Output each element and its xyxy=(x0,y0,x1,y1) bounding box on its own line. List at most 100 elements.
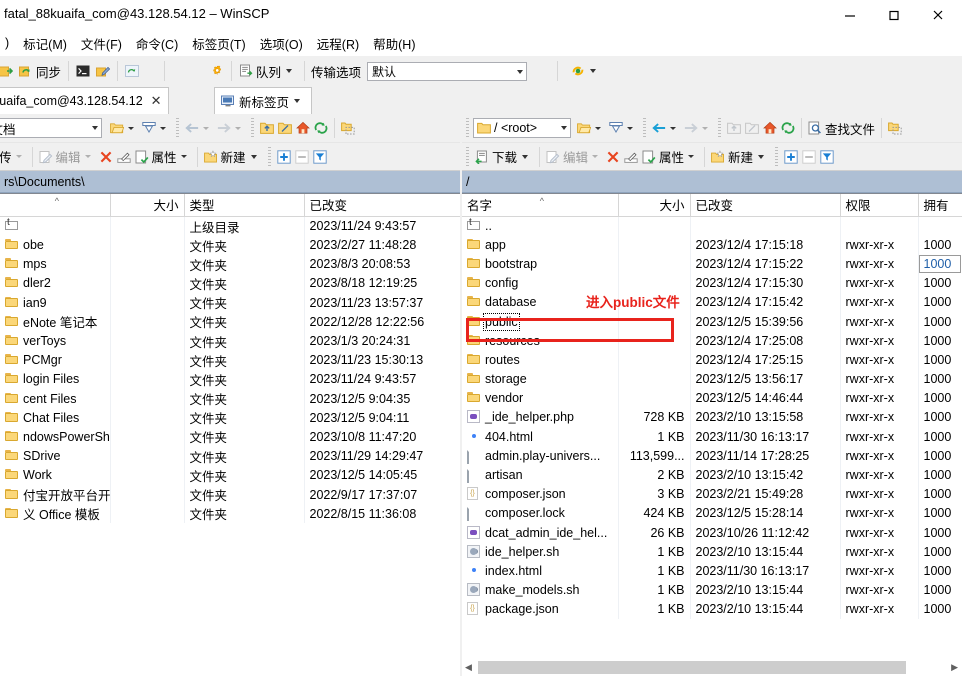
remote-sync-browsing-button[interactable] xyxy=(886,116,904,140)
local-path-chevron-down-icon[interactable] xyxy=(92,126,98,130)
local-path-combo[interactable]: 的文档 xyxy=(0,118,102,138)
remote-rename-button[interactable] xyxy=(622,145,640,169)
menu-item-local[interactable]: ) xyxy=(0,34,16,52)
upload-button[interactable]: 传 xyxy=(0,145,28,169)
local-properties-chevron-down-icon[interactable] xyxy=(181,155,187,158)
local-open-dir-chevron-down-icon[interactable] xyxy=(128,127,134,130)
table-row[interactable]: PCMgr文件夹2023/11/23 15:30:13 xyxy=(0,351,460,370)
table-row[interactable]: ndowsPowerShell文件夹2023/10/8 11:47:20 xyxy=(0,427,460,446)
table-row[interactable]: login Files文件夹2023/11/24 9:43:57 xyxy=(0,370,460,389)
remote-properties-chevron-down-icon[interactable] xyxy=(688,155,694,158)
transfer-options-chevron-down-icon[interactable] xyxy=(517,70,523,74)
cell-name[interactable]: 404.html xyxy=(462,427,618,446)
remote-download-grip[interactable] xyxy=(466,147,469,167)
cell-name[interactable]: config xyxy=(462,274,618,293)
table-row[interactable]: SDrive文件夹2023/11/29 14:29:47 xyxy=(0,447,460,466)
cell-name[interactable]: bootstrap xyxy=(462,254,618,273)
local-dir-grip[interactable] xyxy=(251,118,254,138)
table-row[interactable]: composer.lock424 KB2023/12/5 15:28:14rwx… xyxy=(462,504,962,523)
table-row[interactable]: 上级目录2023/11/24 9:43:57 xyxy=(0,216,460,236)
remote-parent-dir-button[interactable] xyxy=(725,116,743,140)
remote-path-chevron-down-icon[interactable] xyxy=(561,126,567,130)
remote-delete-button[interactable] xyxy=(604,145,622,169)
new-session-button[interactable] xyxy=(0,58,16,84)
transfer-options-combo[interactable]: 默认 xyxy=(367,62,527,81)
cell-name[interactable]: 付宝开放平台开发... xyxy=(0,485,110,504)
remote-col-changed[interactable]: 已改变 xyxy=(690,194,840,216)
tab-close-icon[interactable]: ✕ xyxy=(151,93,162,109)
local-select-mask-button[interactable] xyxy=(311,145,329,169)
cell-name[interactable]: admin.play-univers... xyxy=(462,446,618,465)
remote-dir-grip[interactable] xyxy=(718,118,721,138)
cell-name[interactable]: Work xyxy=(0,466,110,485)
remote-path-combo[interactable]: / <root> xyxy=(473,118,571,138)
menu-item-command[interactable]: 命令(C) xyxy=(129,32,185,55)
table-row[interactable]: ian9文件夹2023/11/23 13:57:37 xyxy=(0,293,460,312)
local-delete-button[interactable] xyxy=(97,145,115,169)
queue-button[interactable]: 队列 xyxy=(236,58,300,84)
local-parent-dir-button[interactable] xyxy=(258,116,276,140)
remote-properties-button[interactable]: 属性 xyxy=(640,145,700,169)
download-chevron-down-icon[interactable] xyxy=(522,155,528,159)
remote-root-dir-button[interactable] xyxy=(743,116,761,140)
table-row[interactable]: Chat Files文件夹2023/12/5 9:04:11 xyxy=(0,408,460,427)
local-select-more-button[interactable] xyxy=(275,145,293,169)
cell-name[interactable]: SDrive xyxy=(0,447,110,466)
table-row[interactable]: dcat_admin_ide_hel...26 KB2023/10/26 11:… xyxy=(462,523,962,542)
remote-select-less-button[interactable] xyxy=(800,145,818,169)
remote-back-chevron-down-icon[interactable] xyxy=(670,127,676,130)
refresh-chevron-down-icon[interactable] xyxy=(590,69,596,73)
cell-name[interactable]: dcat_admin_ide_hel... xyxy=(462,523,618,542)
open-terminal-button[interactable] xyxy=(73,58,93,84)
menu-item-tabs[interactable]: 标签页(T) xyxy=(185,32,252,55)
local-select-less-button[interactable] xyxy=(293,145,311,169)
remote-select-more-button[interactable] xyxy=(782,145,800,169)
cell-name[interactable]: vendor xyxy=(462,389,618,408)
local-file-list[interactable]: ^ 大小 类型 已改变 上级目录2023/11/24 9:43:57obe文件夹… xyxy=(0,193,460,676)
menu-item-help[interactable]: 帮助(H) xyxy=(366,32,422,55)
remote-col-owner[interactable]: 拥有 xyxy=(918,194,962,216)
table-row[interactable]: artisan2 KB2023/2/10 13:15:42rwxr-xr-x10… xyxy=(462,465,962,484)
remote-select-mask-button[interactable] xyxy=(818,145,836,169)
remote-select-grip[interactable] xyxy=(775,147,778,167)
find-files-button[interactable]: 查找文件 xyxy=(806,116,877,140)
local-nav-grip[interactable] xyxy=(176,118,179,138)
table-row[interactable]: 付宝开放平台开发...文件夹2022/9/17 17:37:07 xyxy=(0,485,460,504)
local-select-grip[interactable] xyxy=(268,147,271,167)
local-refresh-button[interactable] xyxy=(312,116,330,140)
local-filter-chevron-down-icon[interactable] xyxy=(160,127,166,130)
local-properties-button[interactable]: 属性 xyxy=(133,145,193,169)
table-row[interactable]: vendor2023/12/5 14:46:44rwxr-xr-x1000 xyxy=(462,389,962,408)
minimize-button[interactable] xyxy=(828,0,872,30)
local-new-chevron-down-icon[interactable] xyxy=(251,155,257,159)
table-row[interactable]: app2023/12/4 17:15:18rwxr-xr-x1000 xyxy=(462,235,962,254)
local-edit-button[interactable]: 编辑 xyxy=(37,145,97,169)
remote-open-dir-chevron-down-icon[interactable] xyxy=(595,127,601,130)
local-back-button[interactable] xyxy=(183,116,215,140)
remote-edit-chevron-down-icon[interactable] xyxy=(592,155,598,158)
table-row[interactable]: dler2文件夹2023/8/18 12:19:25 xyxy=(0,274,460,293)
remote-forward-chevron-down-icon[interactable] xyxy=(702,127,708,130)
table-row[interactable]: {}package.json1 KB2023/2/10 13:15:44rwxr… xyxy=(462,600,962,619)
cell-name[interactable]: ian9 xyxy=(0,293,110,312)
table-row[interactable]: 404.html1 KB2023/11/30 16:13:17rwxr-xr-x… xyxy=(462,427,962,446)
remote-col-name[interactable]: ^ 名字 xyxy=(462,194,618,216)
local-forward-chevron-down-icon[interactable] xyxy=(235,127,241,130)
table-row[interactable]: eNote 笔记本文件夹2022/12/28 12:22:56 xyxy=(0,312,460,331)
tab-session[interactable]: tal_88kuaifa_com@43.128.54.12 ✕ xyxy=(0,87,169,114)
remote-open-dir-button[interactable] xyxy=(575,116,607,140)
download-button[interactable]: 下载 xyxy=(473,145,535,169)
table-row[interactable]: 义 Office 模板文件夹2022/8/15 11:36:08 xyxy=(0,504,460,523)
remote-col-rights[interactable]: 权限 xyxy=(840,194,918,216)
scroll-right-icon[interactable]: ▶ xyxy=(951,662,958,673)
table-row[interactable]: database2023/12/4 17:15:42rwxr-xr-x1000 xyxy=(462,293,962,312)
cell-name[interactable]: make_models.sh xyxy=(462,581,618,600)
maximize-button[interactable] xyxy=(872,0,916,30)
table-row[interactable]: bootstrap2023/12/4 17:15:22rwxr-xr-x1000 xyxy=(462,254,962,273)
remote-forward-button[interactable] xyxy=(682,116,714,140)
remote-home-dir-button[interactable] xyxy=(761,116,779,140)
cell-name[interactable]: routes xyxy=(462,350,618,369)
preferences-button[interactable] xyxy=(207,58,227,84)
remote-filter-chevron-down-icon[interactable] xyxy=(627,127,633,130)
remote-refresh-button[interactable] xyxy=(779,116,797,140)
